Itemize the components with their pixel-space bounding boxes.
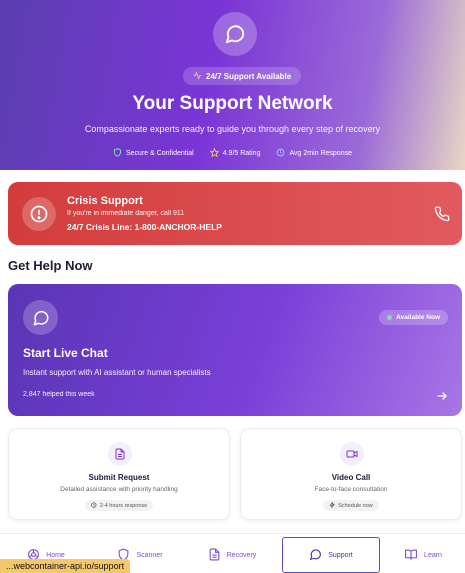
nav-item-learn[interactable]: Learn: [392, 537, 454, 573]
book-icon: [404, 548, 418, 563]
chat-icon: [309, 548, 322, 563]
phone-icon[interactable]: [434, 206, 450, 222]
chat-bubble-icon: [23, 300, 58, 335]
stat-response: Avg 2min Response: [276, 148, 352, 159]
nav-label-recovery: Recovery: [226, 551, 257, 559]
alert-icon: [22, 197, 56, 231]
bolt-icon: [329, 500, 335, 510]
response-time-label: 2-4 hours response: [99, 502, 148, 509]
nav-item-recovery[interactable]: Recovery: [196, 537, 268, 573]
live-chat-title: Start Live Chat: [23, 346, 108, 360]
crisis-line: 24/7 Crisis Line: 1-800-ANCHOR-HELP: [67, 222, 222, 232]
stat-rating: 4.9/5 Rating: [209, 147, 261, 159]
available-now-label: Available Now: [396, 314, 440, 321]
schedule-label: Schedule now: [338, 502, 373, 509]
star-icon: [209, 147, 220, 159]
nav-label-learn: Learn: [424, 551, 442, 559]
document-icon: [108, 442, 132, 466]
stat-secure-label: Secure & Confidential: [126, 150, 194, 157]
page-subtitle: Compassionate experts ready to guide you…: [84, 124, 381, 134]
submit-request-title: Submit Request: [88, 473, 150, 482]
document-icon: [208, 548, 221, 563]
nav-label-scanner: Scanner: [136, 551, 163, 559]
stat-response-label: Avg 2min Response: [289, 150, 352, 157]
video-call-card[interactable]: Video Call Face-to-face consultation Sch…: [240, 428, 462, 520]
hero-banner: 24/7 Support Available Your Support Netw…: [0, 0, 465, 170]
submit-request-card[interactable]: Submit Request Detailed assistance with …: [8, 428, 230, 520]
clock-icon: [276, 148, 285, 159]
chat-bubble-icon: [213, 12, 257, 56]
crisis-title: Crisis Support: [67, 195, 143, 207]
crisis-support-card[interactable]: Crisis Support If you're in immediate da…: [8, 182, 462, 245]
pulse-icon: [193, 70, 202, 82]
video-call-title: Video Call: [331, 473, 371, 482]
page-title: Your Support Network: [132, 93, 333, 114]
schedule-chip: Schedule now: [323, 500, 379, 511]
video-call-description: Face-to-face consultation: [314, 486, 388, 493]
submit-request-description: Detailed assistance with priority handli…: [60, 486, 178, 493]
nav-label-home: Home: [46, 551, 65, 559]
section-title: Get Help Now: [8, 258, 93, 273]
helped-count: 2,847 helped this week: [23, 391, 95, 398]
video-icon: [340, 442, 364, 466]
status-url-bar: ...webcontainer-api.io/support: [0, 559, 131, 573]
availability-badge: 24/7 Support Available: [183, 67, 302, 85]
hero-stats: Secure & Confidential 4.9/5 Rating Avg 2…: [0, 147, 465, 159]
response-time-chip: 2-4 hours response: [84, 500, 154, 511]
clock-icon: [91, 501, 97, 510]
stat-rating-label: 4.9/5 Rating: [222, 150, 261, 157]
arrow-right-icon[interactable]: [436, 389, 448, 401]
shield-icon: [113, 148, 122, 159]
status-dot-icon: [387, 315, 393, 320]
crisis-description: If you're in immediate danger, call 911: [67, 210, 185, 217]
live-chat-card[interactable]: Available Now Start Live Chat Instant su…: [8, 284, 462, 416]
live-chat-description: Instant support with AI assistant or hum…: [23, 368, 211, 377]
nav-label-support: Support: [328, 551, 353, 559]
available-now-badge: Available Now: [379, 310, 448, 325]
nav-item-support[interactable]: Support: [282, 537, 380, 573]
availability-badge-label: 24/7 Support Available: [206, 71, 292, 81]
stat-secure: Secure & Confidential: [113, 148, 194, 159]
